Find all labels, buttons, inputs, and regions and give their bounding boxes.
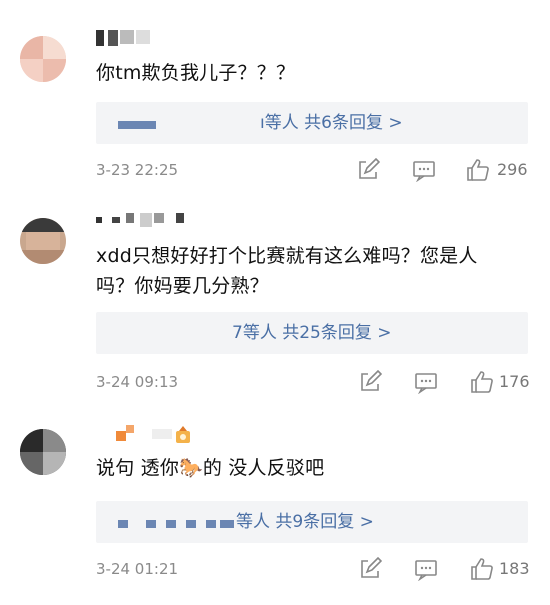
like-count: 176 [499,372,530,391]
comment-icon[interactable] [414,370,438,394]
reply-avatar-blot [118,520,128,528]
reply-count-link[interactable]: ı等人 共6条回复 > [260,111,403,135]
comment-text: 吗？你妈要几分熟？ [96,275,269,297]
avatar[interactable] [20,36,66,82]
timestamp: 3-24 09:13 [96,373,179,391]
timestamp: 3-23 22:25 [96,161,179,179]
reply-count-link[interactable]: 7等人 共25条回复 > [232,321,392,345]
edit-icon[interactable] [358,557,382,581]
comment-icon[interactable] [412,158,436,182]
badge-icon [174,425,192,445]
avatar[interactable] [20,429,66,475]
like-count: 183 [499,559,530,578]
comment-item: xdd只想好好打个比赛就有这么难吗？您是人 吗？你妈要几分熟？ 7等人 共25条… [0,195,550,405]
timestamp: 3-24 01:21 [96,560,179,578]
thumbs-up-icon[interactable] [466,158,490,182]
comment-item: 说句 透你🐎的 没人反驳吧 等人 共9条回复 > 3-24 01:21 183 [0,405,550,605]
edit-icon[interactable] [358,370,382,394]
reply-avatar-blot [220,520,234,528]
username[interactable] [96,213,216,231]
thumbs-up-icon[interactable] [470,370,494,394]
username[interactable] [96,30,166,48]
reply-summary[interactable]: 7等人 共25条回复 > [96,312,528,354]
comment-item: 你tm欺负我儿子？？？ ı等人 共6条回复 > 3-23 22:25 296 [0,0,550,195]
reply-avatar-blot [146,520,156,528]
avatar[interactable] [20,218,66,264]
reply-avatar-blot [206,520,216,528]
reply-avatar-blot [166,520,176,528]
thumbs-up-icon[interactable] [470,557,494,581]
comment-text: xdd只想好好打个比赛就有这么难吗？您是人 [96,245,478,267]
reply-count-link[interactable]: 等人 共9条回复 > [236,510,374,534]
comment-text: 说句 透你🐎的 没人反驳吧 [96,457,325,479]
comment-icon[interactable] [414,557,438,581]
reply-summary[interactable]: 等人 共9条回复 > [96,501,528,543]
reply-avatar-blot [118,121,156,129]
like-count: 296 [497,160,528,179]
edit-icon[interactable] [356,158,380,182]
reply-avatar-blot [186,520,196,528]
reply-summary[interactable]: ı等人 共6条回复 > [96,102,528,144]
comment-text: 你tm欺负我儿子？？？ [96,62,296,84]
